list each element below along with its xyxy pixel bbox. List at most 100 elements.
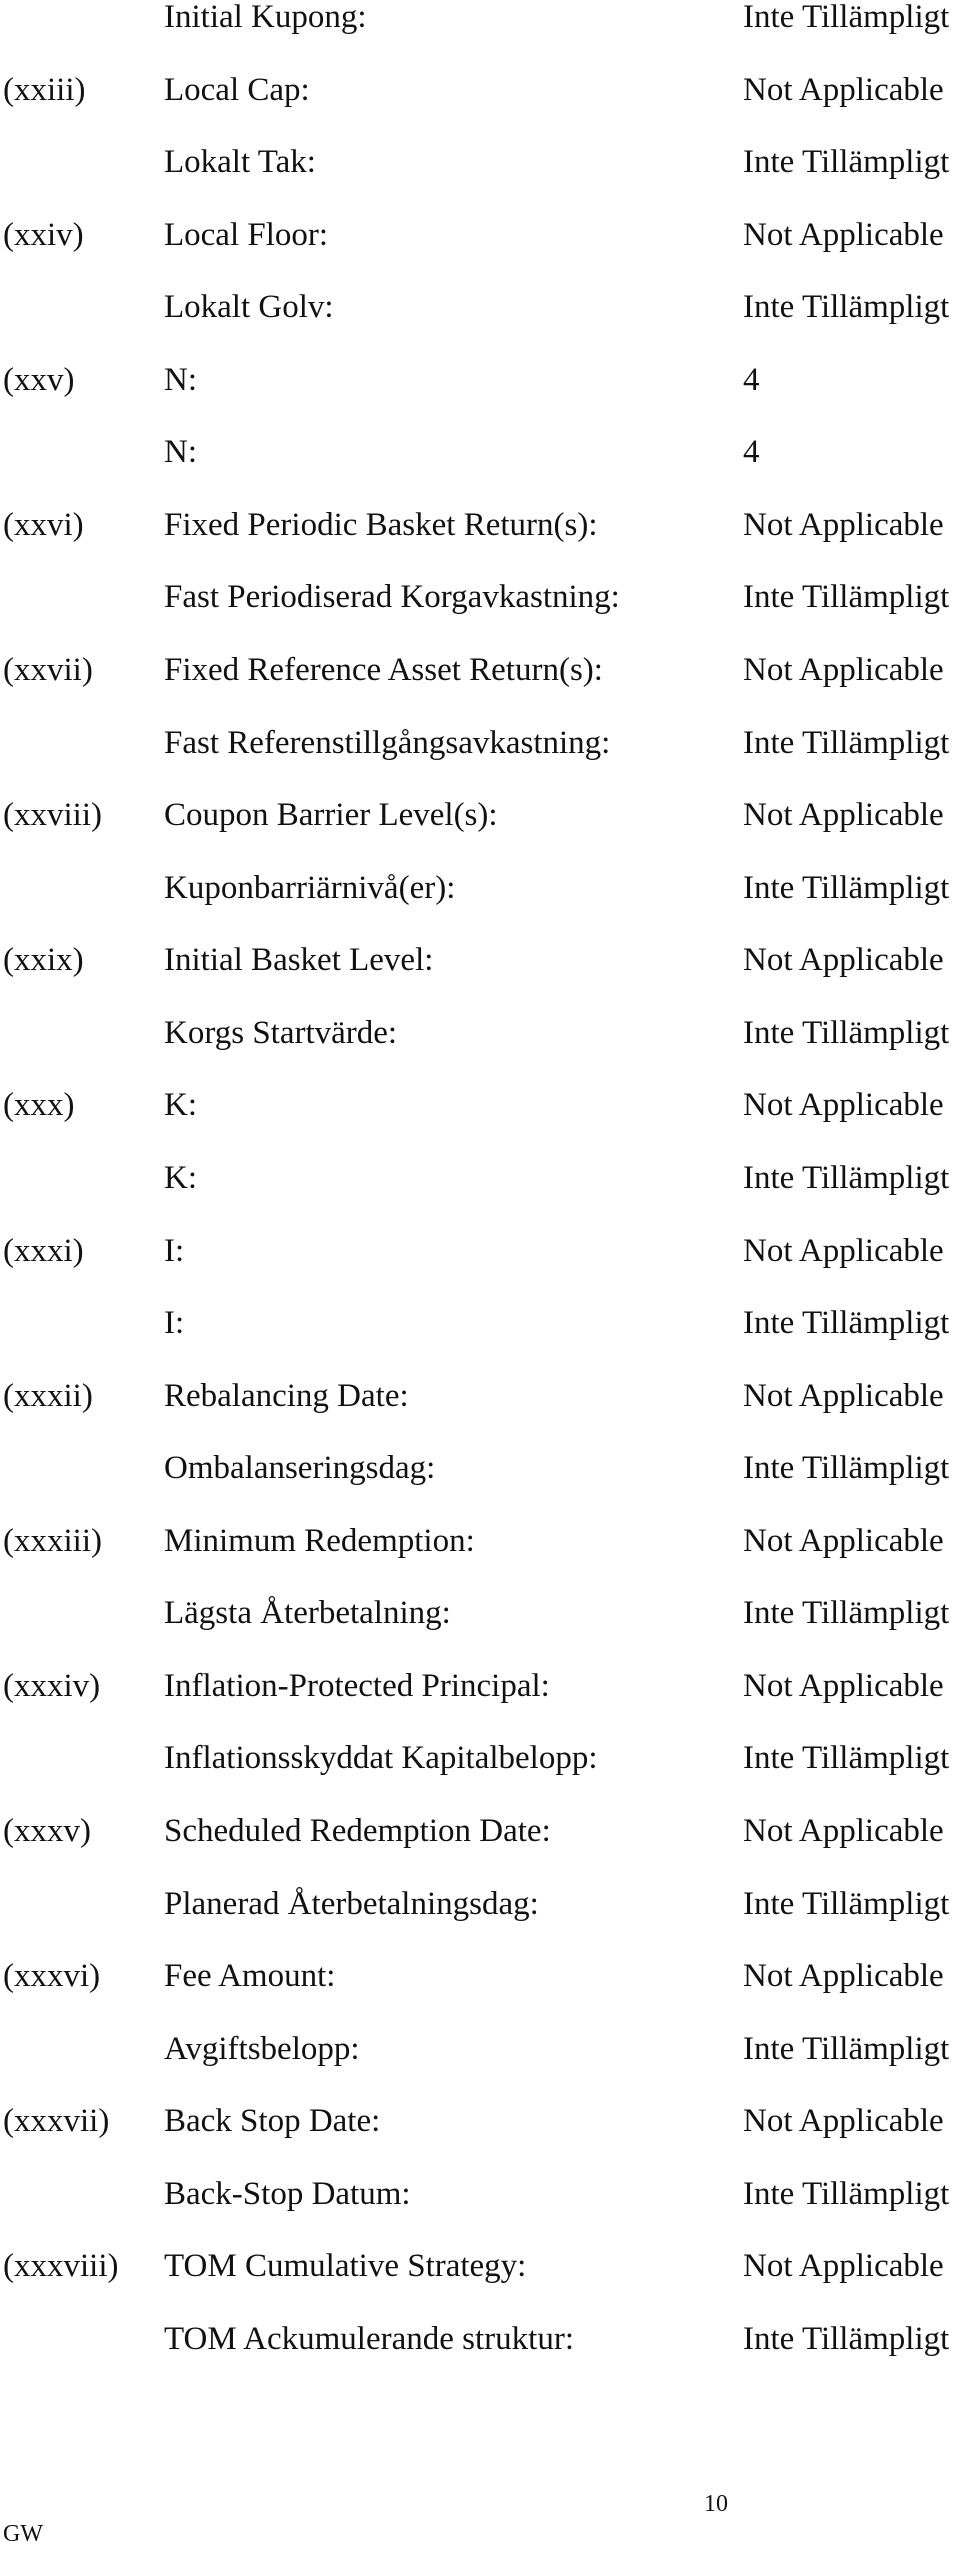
term-value: Inte Tillämpligt [743,1159,950,1196]
term-value: Inte Tillämpligt [743,289,950,326]
term-label: TOM Ackumulerande struktur: [164,2320,574,2357]
term-row: (xxv) N: 4 [0,360,960,400]
term-row: I: Inte Tillämpligt [0,1303,960,1343]
term-label: Planerad Återbetalningsdag: [164,1885,539,1922]
term-row: (xxvi) Fixed Periodic Basket Return(s): No… [0,505,960,545]
term-label: Fee Amount: [164,1958,336,1995]
term-row: Kuponbarriärnivå(er): Inte Tillämpligt [0,868,960,908]
term-row: (xxxi) I: Not Applicable [0,1231,960,1271]
term-label: Fixed Reference Asset Return(s): [164,652,603,689]
term-row: (xxx) K: Not Applicable [0,1085,960,1125]
term-value: Inte Tillämpligt [743,144,950,181]
footer-initials: GW [3,2521,43,2547]
term-row: TOM Ackumulerande struktur: Inte Tillämpl… [0,2319,960,2359]
term-row: Lägsta Återbetalning: Inte Tillämpligt [0,1593,960,1633]
term-value: Not Applicable [743,1087,944,1124]
term-number: (xxxiv) [3,1667,101,1704]
term-value: Inte Tillämpligt [743,869,950,906]
term-row: Lokalt Tak: Inte Tillämpligt [0,142,960,182]
term-value: Not Applicable [743,1813,944,1849]
term-label: Rebalancing Date: [164,1377,409,1414]
term-value: Not Applicable [743,2248,944,2285]
term-value: Not Applicable [743,2103,944,2140]
term-value: Not Applicable [743,506,944,543]
term-value: Inte Tillämpligt [743,0,950,35]
term-label: TOM Cumulative Strategy: [164,2248,527,2285]
term-label: N: [164,434,197,471]
term-value: Not Applicable [743,1232,944,1269]
term-number: (xxxi) [3,1232,84,1269]
term-number: (xxxii) [3,1377,93,1414]
term-row: Korgs Startvärde: Inte Tillämpligt [0,1013,960,1053]
term-number: (xxxv) [3,1813,91,1849]
term-value: Not Applicable [743,1667,944,1704]
term-row: (xxxviii) TOM Cumulative Strategy: Not App… [0,2246,960,2286]
term-label: Korgs Startvärde: [164,1014,398,1051]
term-row: (xxvii) Fixed Reference Asset Return(s): N… [0,650,960,690]
term-row: (xxxiii) Minimum Redemption: Not Applicabl… [0,1521,960,1561]
term-label: Inflation-Protected Principal: [164,1667,550,1704]
term-label: Lokalt Tak: [164,144,316,181]
term-row: Ombalanseringsdag: Inte Tillämpligt [0,1448,960,1488]
term-number: (xxix) [3,942,84,979]
term-label: Scheduled Redemption Date: [164,1813,551,1849]
term-label: Coupon Barrier Level(s): [164,797,498,834]
term-row: (xxxii) Rebalancing Date: Not Applicable [0,1376,960,1416]
term-value: Inte Tillämpligt [743,1305,950,1342]
term-value: Not Applicable [743,216,944,253]
term-row: Planerad Återbetalningsdag: Inte Tillämpl… [0,1884,960,1924]
term-label: Fixed Periodic Basket Return(s): [164,506,598,543]
term-row: Lokalt Golv: Inte Tillämpligt [0,287,960,327]
term-row: Back-Stop Datum: Inte Tillämpligt [0,2174,960,2214]
term-number: (xxv) [3,361,75,398]
term-number: (xxxviii) [3,2248,119,2285]
term-number: (xxxvii) [3,2103,110,2140]
term-row: Initial Kupong: Inte Tillämpligt [0,0,960,37]
term-row: N: 4 [0,432,960,472]
term-number: (xxvi) [3,506,84,543]
term-value: Inte Tillämpligt [743,1595,950,1632]
term-number: (xxvii) [3,652,93,689]
term-value: 4 [743,434,760,471]
term-row: (xxviii) Coupon Barrier Level(s): Not Appl… [0,795,960,835]
term-row: Fast Periodiserad Korgavkastning: Inte Ti… [0,577,960,617]
term-label: Lokalt Golv: [164,289,334,326]
term-label: K: [164,1087,197,1124]
term-value: Not Applicable [743,1958,944,1995]
term-row: K: Inte Tillämpligt [0,1158,960,1198]
term-number: (xxiv) [3,216,84,253]
term-label: K: [164,1159,197,1196]
term-label: Back Stop Date: [164,2103,381,2140]
term-row: (xxix) Initial Basket Level: Not Applicabl… [0,940,960,980]
term-row: (xxiv) Local Floor: Not Applicable [0,215,960,255]
term-number: (xxiii) [3,71,86,108]
term-label: Local Cap: [164,71,310,108]
term-value: Inte Tillämpligt [743,1740,950,1777]
term-value: Not Applicable [743,71,944,108]
term-number: (xxxvi) [3,1958,101,1995]
term-label: Avgiftsbelopp: [164,2030,360,2067]
term-row: (xxiii) Local Cap: Not Applicable [0,70,960,110]
term-label: Local Floor: [164,216,329,253]
term-value: Not Applicable [743,652,944,689]
term-value: Inte Tillämpligt [743,724,950,761]
term-row: (xxxvii) Back Stop Date: Not Applicable [0,2101,960,2141]
term-value: Inte Tillämpligt [743,1450,950,1487]
term-label: Ombalanseringsdag: [164,1450,436,1487]
term-value: Inte Tillämpligt [743,1885,950,1922]
term-label: Kuponbarriärnivå(er): [164,869,456,906]
term-label: Fast Referenstillgångsavkastning: [164,724,611,761]
term-row: (xxxiv) Inflation-Protected Principal: Not… [0,1666,960,1706]
term-number: (xxviii) [3,797,102,834]
term-value: Inte Tillämpligt [743,1014,950,1051]
term-value: Inte Tillämpligt [743,2320,950,2357]
term-label: Inflationsskyddat Kapitalbelopp: [164,1740,598,1777]
term-label: I: [164,1305,185,1342]
term-value: Inte Tillämpligt [743,2030,950,2067]
term-value: 4 [743,361,760,398]
term-value: Not Applicable [743,797,944,834]
term-number: (xxxiii) [3,1522,102,1559]
term-label: I: [164,1232,185,1269]
term-label: Initial Basket Level: [164,942,434,979]
term-label: Fast Periodiserad Korgavkastning: [164,579,620,616]
